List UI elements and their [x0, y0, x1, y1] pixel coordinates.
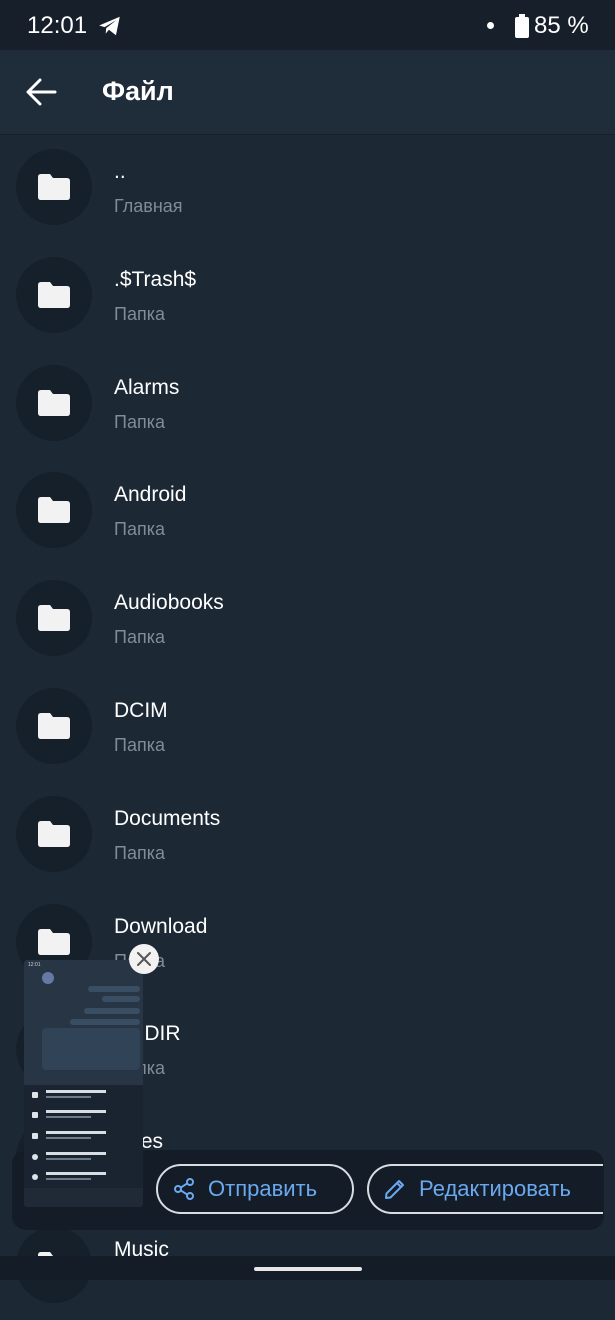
close-icon	[137, 952, 151, 966]
close-preview-button[interactable]	[129, 944, 159, 974]
status-bar: 12:01 85 %	[0, 0, 615, 50]
preview-avatar	[42, 972, 54, 984]
file-name: Alarms	[114, 375, 180, 399]
folder-icon	[16, 149, 92, 225]
screenshot-preview-thumbnail[interactable]: 12:01	[24, 960, 143, 1207]
page-title: Файл	[102, 76, 174, 106]
file-name: DCIM	[114, 698, 168, 722]
edit-button[interactable]: Редактировать	[367, 1164, 603, 1214]
send-label: Отправить	[208, 1176, 318, 1201]
battery-percent: 85 %	[534, 12, 589, 39]
file-list-item[interactable]: .. Главная	[0, 134, 615, 242]
pencil-icon	[385, 1180, 404, 1199]
file-subtitle: Папка	[114, 734, 165, 755]
send-button[interactable]: Отправить	[156, 1164, 354, 1214]
file-subtitle: Папка	[114, 303, 165, 324]
file-subtitle: Папка	[114, 519, 165, 540]
status-time: 12:01	[27, 12, 88, 39]
edit-label: Редактировать	[419, 1176, 571, 1201]
file-list-item[interactable]: Android Папка	[0, 457, 615, 565]
file-subtitle: Папка	[114, 842, 165, 863]
notification-dot-icon	[487, 22, 494, 29]
share-icon	[174, 1178, 194, 1200]
file-name: ..	[114, 160, 126, 183]
file-name: Audiobooks	[114, 591, 224, 615]
app-bar: Файл	[0, 50, 615, 135]
file-name: .$Trash$	[114, 267, 197, 291]
folder-icon	[16, 687, 92, 764]
telegram-icon	[99, 16, 120, 36]
file-list-item[interactable]: .$Trash$ Папка	[0, 242, 615, 350]
arrow-back-icon[interactable]	[24, 76, 58, 108]
preview-chat-area: 12:01	[24, 960, 143, 1085]
file-name: Android	[114, 483, 187, 507]
file-list-item[interactable]: Alarms Папка	[0, 350, 615, 458]
folder-icon	[16, 795, 92, 872]
preview-nav	[24, 1188, 143, 1207]
gesture-handle[interactable]	[254, 1267, 362, 1271]
folder-icon	[16, 364, 92, 441]
file-subtitle: Главная	[114, 196, 183, 216]
file-list-item[interactable]: Audiobooks Папка	[0, 565, 615, 673]
file-list-item[interactable]: Documents Папка	[0, 781, 615, 889]
file-name: Documents	[114, 806, 221, 830]
file-name: Download	[114, 914, 208, 938]
preview-status-time: 12:01	[28, 962, 41, 968]
battery-icon	[515, 14, 529, 38]
folder-icon	[16, 256, 92, 333]
folder-icon	[16, 580, 92, 657]
file-list-item[interactable]: DCIM Папка	[0, 673, 615, 781]
folder-icon	[16, 472, 92, 549]
file-subtitle: Папка	[114, 627, 165, 648]
file-subtitle: Папка	[114, 411, 165, 432]
